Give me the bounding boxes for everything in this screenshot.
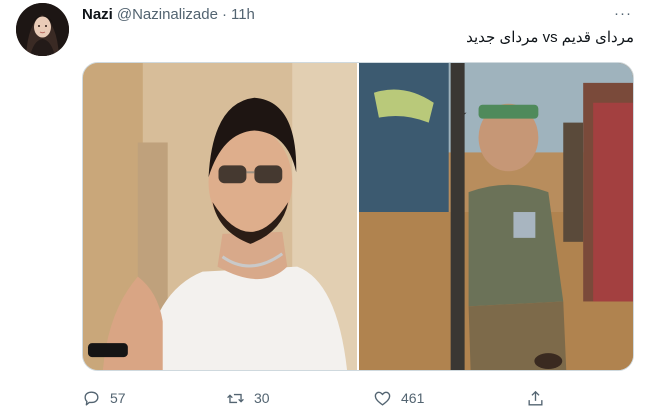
photo-boy-with-rifle	[359, 63, 633, 370]
tweet-actions: 57 30 461	[82, 386, 562, 410]
reply-count: 57	[110, 390, 126, 406]
tweet-header: Nazi @Nazinalizade · 11h	[82, 4, 255, 24]
media-grid	[82, 62, 634, 371]
media-photo-left[interactable]	[83, 63, 357, 370]
separator-dot: ·	[221, 5, 227, 23]
display-name[interactable]: Nazi	[82, 6, 113, 23]
user-handle[interactable]: @Nazinalizade	[117, 6, 218, 23]
share-button[interactable]	[526, 389, 545, 408]
tweet-timestamp[interactable]: 11h	[231, 6, 255, 23]
like-button[interactable]: 461	[373, 389, 424, 408]
tweet-card[interactable]: Nazi @Nazinalizade · 11h ··· مردای قدیم …	[0, 0, 656, 415]
reply-button[interactable]: 57	[82, 389, 126, 408]
retweet-icon	[227, 393, 244, 403]
retweet-button[interactable]: 30	[226, 389, 270, 408]
avatar-image	[16, 3, 69, 56]
photo-man-sunglasses	[83, 63, 357, 370]
retweet-count: 30	[254, 390, 270, 406]
like-count: 461	[401, 390, 425, 406]
share-icon	[528, 390, 543, 406]
avatar[interactable]	[16, 3, 69, 56]
heart-icon	[374, 391, 391, 406]
tweet-text: مردای قدیم vs مردای جدید	[466, 29, 634, 46]
media-photo-right[interactable]	[359, 63, 633, 370]
more-options-icon[interactable]: ···	[612, 4, 634, 22]
reply-icon	[84, 390, 99, 406]
